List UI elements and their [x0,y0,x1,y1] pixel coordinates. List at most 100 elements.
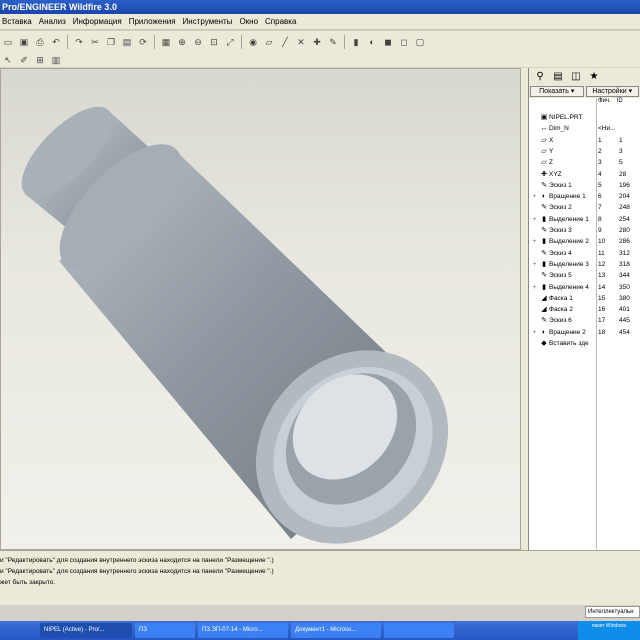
tree-item-name: Выделение 2 [549,238,589,246]
expand-toggle-icon[interactable]: + [531,214,538,225]
tree-item-name: Вставить зде [549,340,589,347]
tree-item-id: 454 [619,328,630,336]
orient-icon[interactable]: ⤢ [223,35,237,49]
sketch-tool-icon[interactable]: ✐ [17,53,31,67]
tree-item[interactable]: ✎ Эскиз 2 7 248 [529,202,640,213]
tree-item-id: 401 [619,306,630,314]
settings-button[interactable]: Настройки ▾ [585,86,639,97]
tree-item[interactable]: + ◐ Вращение 1 6 204 [529,191,640,202]
taskbar-item-word-doc[interactable]: Документ1 - Microso... [291,623,381,638]
refit-icon[interactable]: ⊡ [207,35,221,49]
print-icon[interactable]: ⎙ [33,35,47,49]
expand-toggle-icon[interactable]: + [531,236,538,247]
repaint-icon[interactable]: ▦ [159,35,173,49]
menu-window[interactable]: Окно [237,17,263,26]
column-feature-number[interactable]: Фич. [598,98,611,110]
save-icon[interactable]: ▣ [17,35,31,49]
taskbar-item-word-pz[interactable]: ПЗ.ЭП-07-14 - Micro... [198,623,288,638]
tree-item-id: 286 [619,238,630,246]
tree-item-name: NIPEL.PRT [549,114,583,121]
menu-applications[interactable]: Приложения [127,17,181,26]
expand-toggle-icon[interactable]: + [531,327,538,338]
tree-item[interactable]: ◢ Фаска 1 15 380 [529,293,640,304]
tree-item[interactable]: + ▮ Выделение 3 12 318 [529,259,640,270]
tree-item[interactable]: ▣ NIPEL.PRT [529,112,640,123]
tree-item[interactable]: ✎ Эскиз 4 11 312 [529,248,640,259]
model-tree: Фич. ID ▣ NIPEL.PRT ↔ Dim_N <Ни... ▱ X 1 1 ▱ Y 2 3 ▱ Z… [529,98,640,550]
taskbar-item-pz[interactable]: ПЗ [135,623,195,638]
tree-item[interactable]: ↔ Dim_N <Ни... [529,123,640,134]
menu-tools[interactable]: Инструменты [181,17,238,26]
shade-icon[interactable]: ◼ [381,35,395,49]
hidden-icon[interactable]: ▢ [413,35,427,49]
select-icon[interactable]: ↖ [1,53,15,67]
folder-icon[interactable]: ▭ [1,35,15,49]
title-bar: Pro/ENGINEER Wildfire 3.0 [0,0,640,14]
panel-splitter[interactable] [521,68,528,550]
tree-item-name: Y [549,147,554,155]
table-icon[interactable]: ▥ [49,53,63,67]
tree-item[interactable]: ✎ Эскиз 3 9 280 [529,225,640,236]
tree-item[interactable]: ✚ XYZ 4 28 [529,169,640,180]
zoom-in-icon[interactable]: ⊕ [175,35,189,49]
copy-icon[interactable]: ❐ [104,35,118,49]
toolbar-separator [154,35,155,49]
part-icon: ▣ [540,114,548,121]
view-icon[interactable]: ◉ [246,35,260,49]
tree-item[interactable]: ✎ Эскиз 6 17 445 [529,315,640,326]
taskbar-item-extra[interactable] [384,623,454,638]
menu-info[interactable]: Информация [71,17,127,26]
revolve-icon: ◐ [541,328,547,336]
smart-filter-select[interactable]: Интеллектуальн [585,606,640,618]
toolbar-separator [241,35,242,49]
column-id[interactable]: ID [617,98,623,110]
tree-item[interactable]: + ▮ Выделение 1 8 254 [529,214,640,225]
chamfer-icon: ◢ [541,294,547,302]
coordsys-icon[interactable]: ✚ [310,35,324,49]
tree-item[interactable]: ✎ Эскиз 1 5 196 [529,180,640,191]
tree-item[interactable]: ▱ Y 2 3 [529,146,640,157]
datum-point-icon[interactable]: ✕ [294,35,308,49]
show-button[interactable]: Показать ▾ [530,86,584,97]
datum-plane-icon[interactable]: ▱ [262,35,276,49]
revolve-icon[interactable]: ◐ [365,35,379,49]
tree-item[interactable]: + ◐ Вращение 2 18 454 [529,327,640,338]
tree-item[interactable]: ▱ X 1 1 [529,135,640,146]
cut-icon[interactable]: ✂ [88,35,102,49]
extrude-icon[interactable]: ▮ [349,35,363,49]
paste-icon[interactable]: ▤ [120,35,134,49]
part-model[interactable] [1,69,521,550]
menu-help[interactable]: Справка [263,17,301,26]
tree-item-feature-number: 2 [598,147,602,155]
tree-item[interactable]: ◢ Фаска 2 16 401 [529,304,640,315]
favorites-tab-icon[interactable]: ★ [586,70,602,84]
tree-item-feature-number: 10 [598,238,606,246]
tree-tab-icon[interactable]: ⚲ [532,70,548,84]
tree-item[interactable]: + ▮ Выделение 4 14 350 [529,282,640,293]
graphics-window[interactable] [0,68,521,550]
regenerate-icon[interactable]: ⟳ [136,35,150,49]
zoom-out-icon[interactable]: ⊖ [191,35,205,49]
tree-item-id: 3 [619,147,623,155]
wireframe-icon[interactable]: ◻ [397,35,411,49]
tree-item[interactable]: ▱ Z 3 5 [529,157,640,168]
tree-item[interactable]: ◆ Вставить зде [529,338,640,349]
system-tray[interactable]: пакет Windows [578,621,640,640]
folder-tab-icon[interactable]: ▤ [550,70,566,84]
menu-insert[interactable]: Вставка [0,17,37,26]
datum-axis-icon[interactable]: ╱ [278,35,292,49]
expand-toggle-icon[interactable]: + [531,259,538,270]
redo-icon[interactable]: ↷ [72,35,86,49]
taskbar-item-proe[interactable]: NIPEL (Active) - Pro/... [40,623,132,638]
tree-item[interactable]: ✎ Эскиз 5 13 344 [529,270,640,281]
tree-item[interactable]: + ▮ Выделение 2 10 286 [529,236,640,247]
expand-toggle-icon[interactable]: + [531,282,538,293]
sketch-icon[interactable]: ✎ [326,35,340,49]
layer-tab-icon[interactable]: ◫ [568,70,584,84]
grid-icon[interactable]: ⊞ [33,53,47,67]
undo-icon[interactable]: ↶ [49,35,63,49]
tree-item-feature-number: 8 [598,215,602,223]
revolve-icon: ◐ [541,193,547,201]
menu-analysis[interactable]: Анализ [37,17,71,26]
expand-toggle-icon[interactable]: + [531,191,538,202]
